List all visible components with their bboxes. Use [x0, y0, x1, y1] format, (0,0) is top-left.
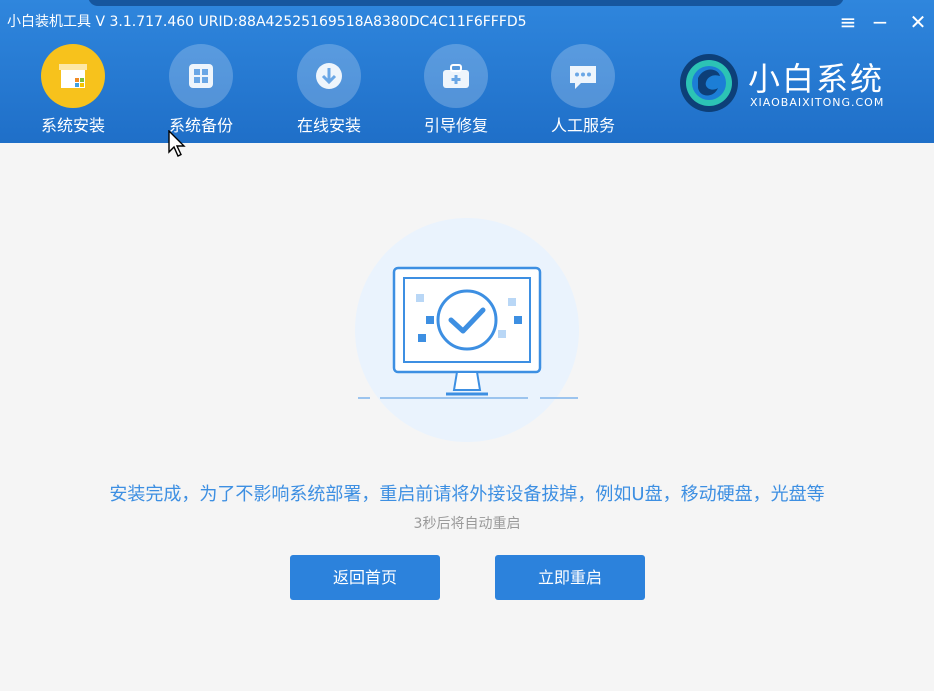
brand-url: XIAOBAIXITONG.COM [750, 96, 885, 109]
install-box-icon [41, 44, 105, 108]
back-home-button[interactable]: 返回首页 [290, 555, 440, 600]
minimize-icon[interactable]: − [868, 10, 892, 34]
restart-countdown: 3秒后将自动重启 [413, 516, 521, 532]
install-complete-illustration [355, 218, 579, 442]
title-tab [88, 0, 844, 6]
nav-label: 在线安装 [296, 116, 361, 135]
nav-human-service[interactable]: 人工服务 [528, 44, 638, 136]
toolbox-icon [424, 44, 488, 108]
menu-icon[interactable]: ≡ [836, 10, 860, 34]
brand-globe-icon [680, 54, 738, 112]
window-title: 小白装机工具 V 3.1.717.460 URID:88A42525169518… [7, 14, 527, 30]
brand-name: 小白系统 [748, 60, 885, 98]
nav-system-backup[interactable]: 系统备份 [146, 44, 256, 136]
nav-system-install[interactable]: 系统安装 [18, 44, 128, 136]
brand-logo: 小白系统 XIAOBAIXITONG.COM [678, 52, 928, 122]
download-icon [297, 44, 361, 108]
nav-label: 引导修复 [423, 116, 488, 135]
header-bar: 小白装机工具 V 3.1.717.460 URID:88A42525169518… [0, 0, 934, 143]
mouse-cursor-icon [168, 130, 186, 157]
backup-windows-icon [169, 44, 233, 108]
nav-online-install[interactable]: 在线安装 [274, 44, 384, 136]
nav-label: 系统备份 [168, 116, 233, 135]
chat-icon [551, 44, 615, 108]
close-icon[interactable]: ✕ [906, 10, 930, 34]
install-complete-message: 安装完成，为了不影响系统部署，重启前请将外接设备拔掉，例如U盘，移动硬盘，光盘等 [109, 484, 825, 505]
nav-boot-repair[interactable]: 引导修复 [401, 44, 511, 136]
restart-now-button[interactable]: 立即重启 [495, 555, 645, 600]
nav-label: 人工服务 [550, 116, 615, 135]
nav-label: 系统安装 [40, 116, 105, 135]
